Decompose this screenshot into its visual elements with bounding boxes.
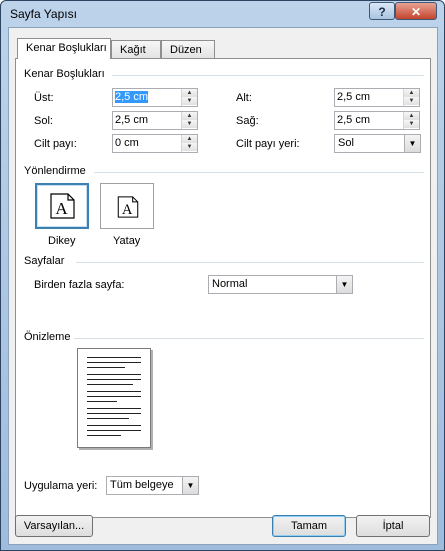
gutter-spinner[interactable]: ▲ ▼: [181, 135, 197, 152]
preview-line: [87, 391, 141, 392]
orientation-divider: [94, 172, 424, 173]
preview-line: [87, 413, 141, 414]
gutter-input[interactable]: 0 cm ▲ ▼: [112, 134, 198, 153]
pages-heading: Sayfalar: [24, 255, 65, 267]
gutter-value: 0 cm: [115, 137, 139, 149]
preview-divider: [74, 338, 424, 339]
spin-down-icon[interactable]: ▼: [404, 97, 419, 105]
top-margin-spinner[interactable]: ▲ ▼: [181, 89, 197, 106]
margins-heading: Kenar Boşlukları: [24, 68, 105, 80]
left-margin-label: Sol:: [34, 115, 53, 127]
preview-line: [87, 430, 141, 431]
preview-line: [87, 396, 141, 397]
margins-divider: [112, 75, 424, 76]
top-margin-input[interactable]: 2,5 cm ▲ ▼: [112, 88, 198, 107]
default-button[interactable]: Varsayılan...: [15, 515, 93, 537]
gutter-label: Cilt payı:: [34, 138, 77, 150]
spin-down-icon[interactable]: ▼: [182, 120, 197, 128]
dialog-body: Kenar Boşlukları Kağıt Düzen Kenar Boşlu…: [8, 27, 438, 545]
cancel-button[interactable]: İptal: [356, 515, 430, 537]
chevron-down-icon[interactable]: ▼: [182, 477, 198, 494]
portrait-option[interactable]: A: [35, 183, 89, 229]
orientation-heading: Yönlendirme: [24, 165, 86, 177]
portrait-label: Dikey: [48, 235, 76, 247]
preview-line: [87, 418, 129, 419]
bottom-margin-input[interactable]: 2,5 cm ▲ ▼: [334, 88, 420, 107]
preview-line: [87, 408, 141, 409]
multiple-pages-label: Birden fazla sayfa:: [34, 279, 125, 291]
landscape-glyph: A: [122, 202, 133, 218]
margins-panel: Kenar Boşlukları Üst: 2,5 cm ▲ ▼ Alt: 2,5…: [15, 58, 431, 518]
window-title: Sayfa Yapısı: [10, 7, 77, 21]
preview-line: [87, 384, 133, 385]
ok-button[interactable]: Tamam: [272, 515, 346, 537]
spin-down-icon[interactable]: ▼: [182, 143, 197, 151]
chevron-down-icon[interactable]: ▼: [336, 276, 352, 293]
apply-to-label: Uygulama yeri:: [24, 480, 98, 492]
preview-line: [87, 379, 141, 380]
close-button[interactable]: ✕: [395, 2, 437, 20]
right-margin-value: 2,5 cm: [337, 114, 371, 126]
portrait-page-icon: A: [50, 193, 75, 219]
spin-down-icon[interactable]: ▼: [404, 120, 419, 128]
tab-margins[interactable]: Kenar Boşlukları: [17, 38, 111, 59]
bottom-margin-spinner[interactable]: ▲ ▼: [403, 89, 419, 106]
preview-line: [87, 367, 125, 368]
preview-line: [87, 362, 141, 363]
left-margin-spinner[interactable]: ▲ ▼: [181, 112, 197, 129]
pages-divider: [76, 262, 424, 263]
multiple-pages-value: Normal: [212, 278, 248, 290]
spin-down-icon[interactable]: ▼: [182, 97, 197, 105]
page-preview: [77, 348, 151, 448]
bottom-margin-label: Alt:: [236, 92, 252, 104]
preview-line: [87, 435, 121, 436]
right-margin-spinner[interactable]: ▲ ▼: [403, 112, 419, 129]
preview-heading: Önizleme: [24, 331, 71, 343]
page-setup-dialog: Sayfa Yapısı ? ✕ Kenar Boşlukları Kağıt …: [0, 0, 445, 551]
gutter-position-select[interactable]: Sol ▼: [334, 134, 421, 153]
gutter-position-label: Cilt payı yeri:: [236, 138, 300, 150]
left-margin-value: 2,5 cm: [115, 114, 149, 126]
apply-to-value: Tüm belgeye: [110, 479, 174, 491]
landscape-page-icon: A: [117, 196, 139, 218]
multiple-pages-select[interactable]: Normal ▼: [208, 275, 353, 294]
help-icon: ?: [378, 5, 386, 19]
portrait-glyph: A: [55, 199, 68, 218]
landscape-label: Yatay: [113, 235, 141, 247]
close-icon: ✕: [410, 5, 422, 19]
help-button[interactable]: ?: [369, 2, 395, 20]
chevron-down-icon[interactable]: ▼: [404, 135, 420, 152]
title-bar[interactable]: Sayfa Yapısı ? ✕: [1, 1, 444, 27]
right-margin-label: Sağ:: [236, 115, 259, 127]
preview-line: [87, 401, 117, 402]
tab-paper[interactable]: Kağıt: [111, 40, 161, 58]
top-margin-label: Üst:: [34, 92, 54, 104]
bottom-margin-value: 2,5 cm: [337, 91, 371, 103]
left-margin-input[interactable]: 2,5 cm ▲ ▼: [112, 111, 198, 130]
apply-to-select[interactable]: Tüm belgeye ▼: [106, 476, 199, 495]
preview-line: [87, 425, 141, 426]
preview-line: [87, 374, 141, 375]
landscape-option[interactable]: A: [100, 183, 154, 229]
right-margin-input[interactable]: 2,5 cm ▲ ▼: [334, 111, 420, 130]
top-margin-value: 2,5 cm: [115, 91, 149, 103]
tab-layout[interactable]: Düzen: [161, 40, 215, 58]
preview-line: [87, 357, 141, 358]
gutter-position-value: Sol: [338, 137, 354, 149]
